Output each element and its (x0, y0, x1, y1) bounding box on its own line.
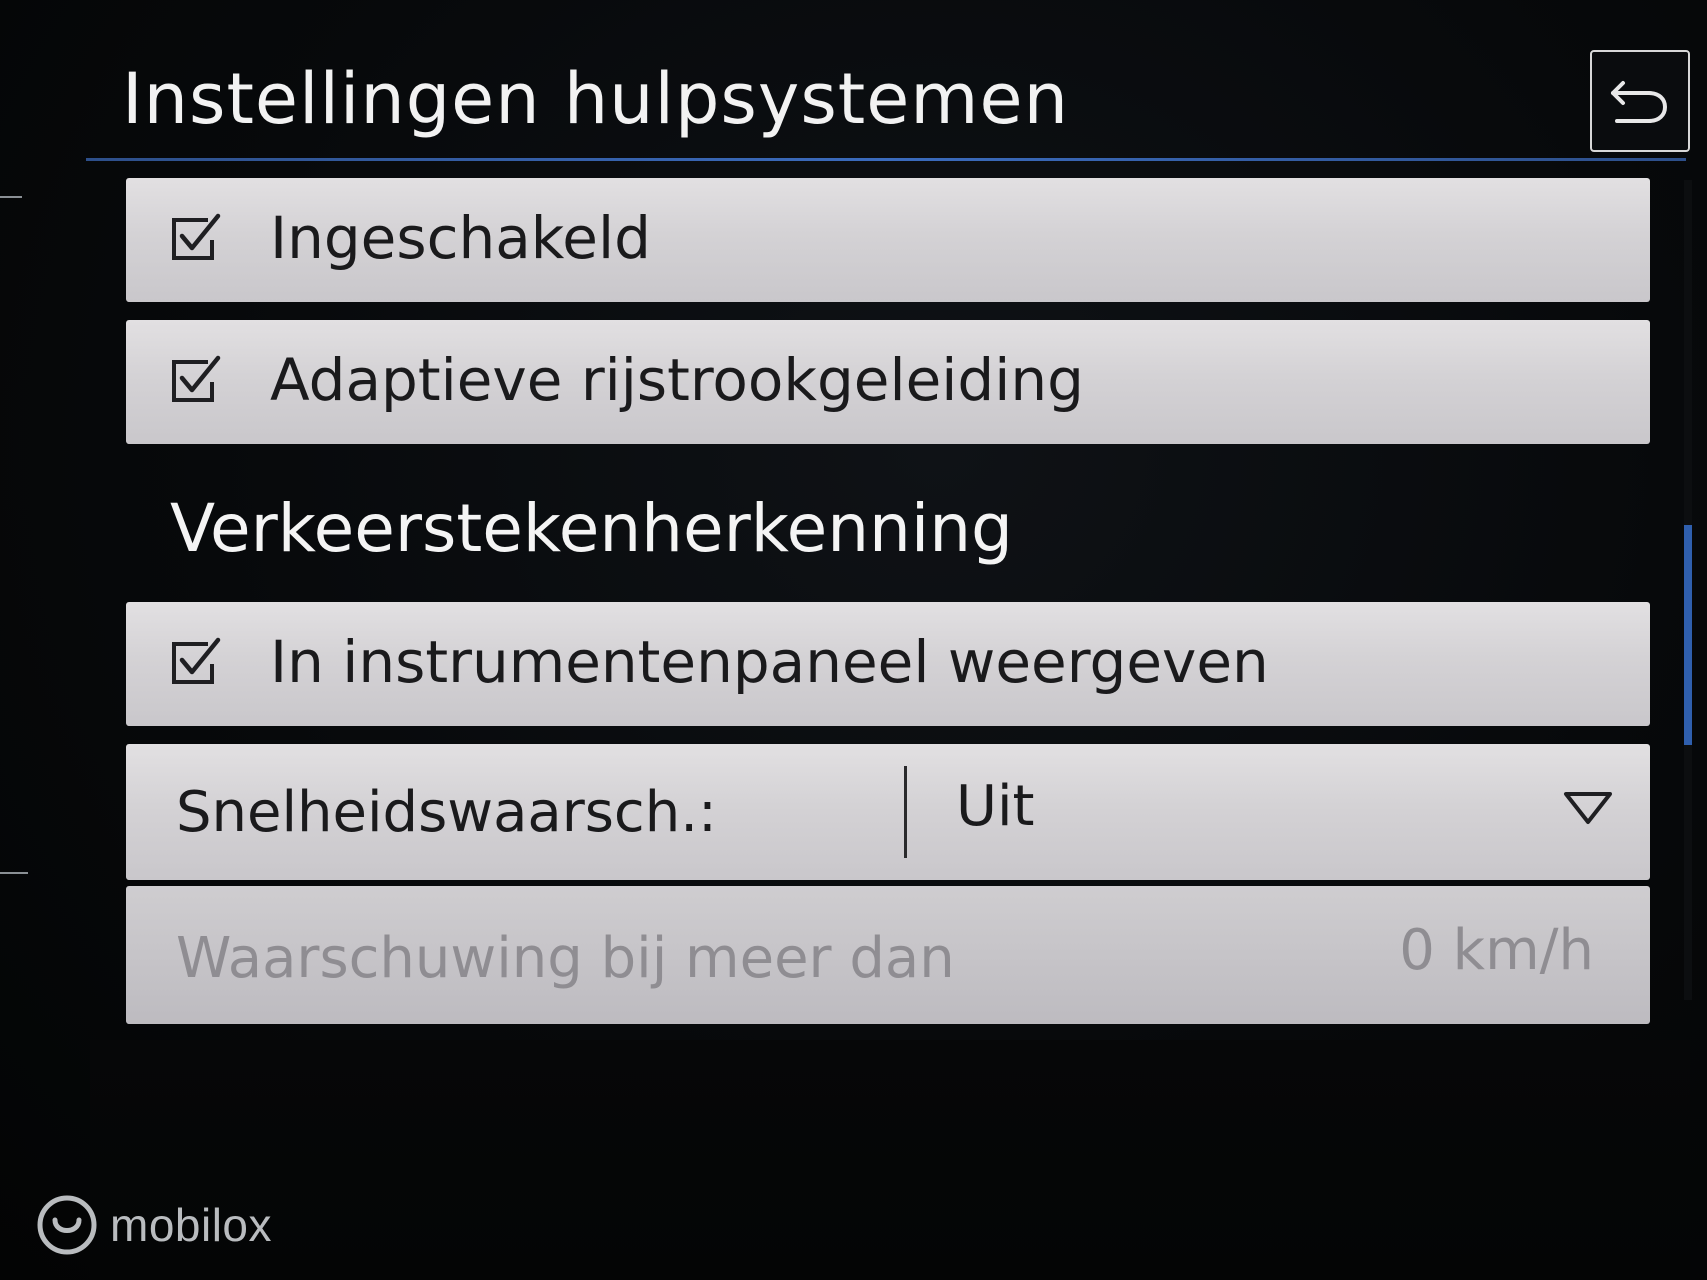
bezel-mark (0, 872, 28, 874)
header-divider (86, 158, 1686, 161)
option-ingeschakeld[interactable]: Ingeschakeld (126, 178, 1650, 302)
speed-warning-select[interactable]: Snelheidswaarsch.: Uit (126, 744, 1650, 880)
option-adaptive-lane-guidance[interactable]: Adaptieve rijstrookgeleiding (126, 320, 1650, 444)
scrollbar[interactable] (1684, 180, 1692, 1000)
threshold-label: Waarschuwing bij meer dan (176, 926, 955, 991)
back-arrow-icon (1611, 81, 1668, 123)
mobilox-logo-icon (37, 1195, 97, 1255)
checkbox-checked-icon[interactable] (168, 634, 224, 690)
scrollbar-thumb[interactable] (1684, 525, 1692, 745)
dropdown-triangle-icon[interactable] (1562, 788, 1614, 828)
section-heading: Verkeerstekenherkenning (170, 490, 1013, 567)
select-label: Snelheidswaarsch.: (176, 780, 717, 845)
page-title: Instellingen hulpsystemen (122, 58, 1069, 140)
option-label: Ingeschakeld (270, 204, 651, 272)
warning-threshold-row: Waarschuwing bij meer dan 0 km/h (126, 886, 1650, 1024)
select-value[interactable]: Uit (956, 774, 1035, 839)
back-button[interactable] (1590, 50, 1690, 152)
option-label: In instrumentenpaneel weergeven (270, 628, 1269, 696)
infotainment-screen: Instellingen hulpsystemen Ingeschakeld A… (0, 0, 1707, 1280)
option-label: Adaptieve rijstrookgeleiding (270, 346, 1084, 414)
checkbox-checked-icon[interactable] (168, 352, 224, 408)
threshold-value: 0 km/h (1399, 918, 1594, 983)
watermark: mobilox (36, 1194, 272, 1256)
watermark-text: mobilox (110, 1199, 273, 1251)
select-divider (904, 766, 907, 858)
screen-footer (90, 1040, 1690, 1280)
checkbox-checked-icon[interactable] (168, 210, 224, 266)
bezel-mark (0, 196, 22, 198)
option-show-in-instrument-panel[interactable]: In instrumentenpaneel weergeven (126, 602, 1650, 726)
